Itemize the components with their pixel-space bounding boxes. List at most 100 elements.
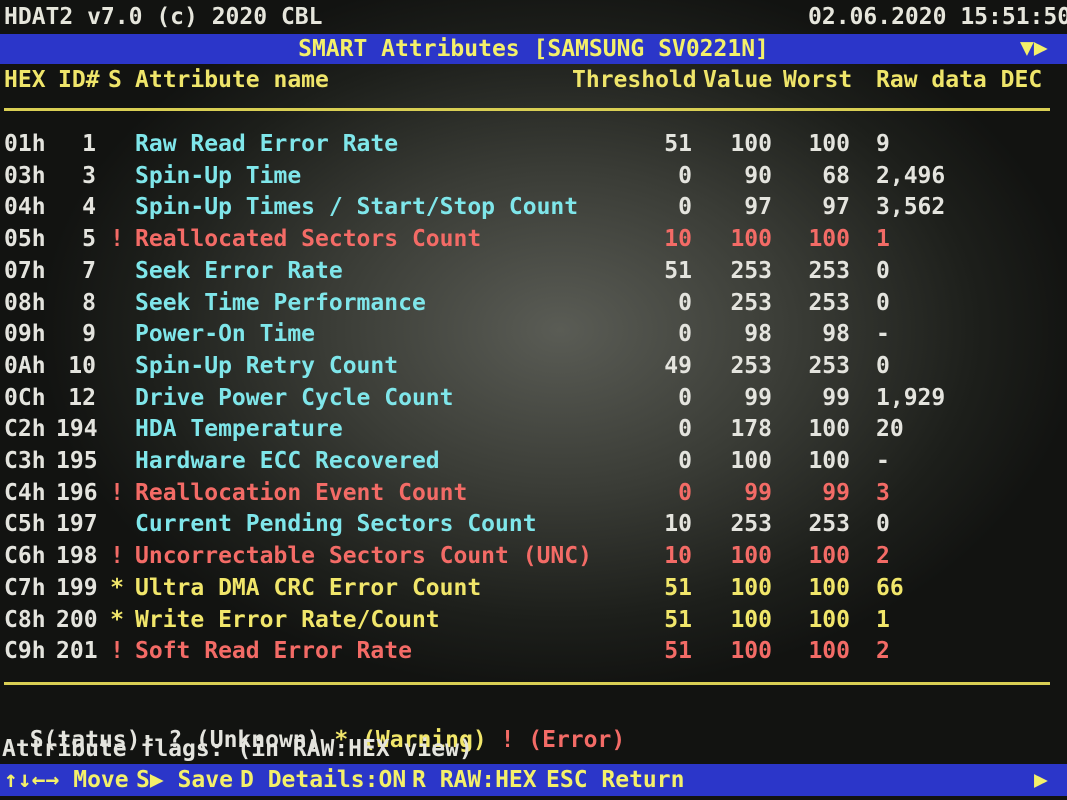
attr-status: ! xyxy=(110,638,124,665)
table-row[interactable]: 08h 8 Seek Time Performance 0 253 253 0 xyxy=(0,289,1067,324)
scroll-right-icon[interactable]: ▶ xyxy=(1034,769,1048,792)
attr-raw: 2,496 xyxy=(876,162,946,189)
key-move[interactable]: ↑↓←→ Move xyxy=(4,769,129,792)
attr-raw: 2 xyxy=(876,638,890,665)
attr-worst: 100 xyxy=(808,606,850,633)
attr-worst: 100 xyxy=(808,131,850,157)
key-details[interactable]: D Details:ON xyxy=(240,769,406,792)
col-worst: Worst xyxy=(783,67,853,93)
attr-threshold: 51 xyxy=(664,131,692,157)
attr-threshold: 0 xyxy=(678,416,692,443)
key-raw[interactable]: R RAW:HEX xyxy=(412,769,537,792)
attr-threshold: 10 xyxy=(664,543,692,570)
attr-name: Spin-Up Time xyxy=(135,162,302,189)
attr-worst: 98 xyxy=(822,321,850,348)
table-row[interactable]: 03h 3 Spin-Up Time 0 90 68 2,496 xyxy=(0,162,1067,197)
attr-threshold: 51 xyxy=(664,257,692,284)
attr-id: 3 xyxy=(82,162,96,189)
attr-hex: 01h xyxy=(4,131,46,157)
scroll-indicator-icon[interactable]: ▼▶ xyxy=(1020,37,1048,60)
attr-id: 4 xyxy=(82,194,96,221)
attr-id: 5 xyxy=(82,226,96,253)
attr-raw: 1,929 xyxy=(876,384,946,411)
table-row[interactable]: C4h 196! Reallocation Event Count 0 99 99 3 xyxy=(0,479,1067,514)
attr-name: Seek Time Performance xyxy=(135,289,426,316)
window-title: SMART Attributes [SAMSUNG SV0221N] xyxy=(298,36,769,62)
attr-name: Soft Read Error Rate xyxy=(135,638,412,665)
attr-value: 100 xyxy=(730,131,772,157)
table-row[interactable]: C7h 199 * Ultra DMA CRC Error Count 51 100 100… xyxy=(0,574,1067,609)
table-row[interactable]: C8h 200 * Write Error Rate/Count 51 100 100 1 xyxy=(0,606,1067,641)
attr-name: Power-On Time xyxy=(135,321,316,348)
attr-status: ! xyxy=(110,479,124,506)
attr-status: ! xyxy=(110,226,124,253)
attr-hex: 04h xyxy=(4,194,46,221)
table-row[interactable]: C5h 197 Current Pending Sectors Count 10 253… xyxy=(0,513,1067,545)
attr-raw: 2 xyxy=(876,543,890,570)
attr-worst: 100 xyxy=(808,638,850,665)
table-row[interactable]: 0Ah 10 Spin-Up Retry Count 49 253 253 0 xyxy=(0,352,1067,387)
attr-id: 197 xyxy=(56,511,98,538)
attr-name: Reallocation Event Count xyxy=(135,479,468,506)
table-row[interactable]: C2h 194 HDA Temperature 0 178 100 20 xyxy=(0,418,1067,450)
key-esc-return[interactable]: ESC Return xyxy=(546,769,684,792)
attr-id: 7 xyxy=(82,257,96,284)
attr-value: 178 xyxy=(730,416,772,443)
attr-hex: C7h xyxy=(4,574,46,601)
app-title: HDAT2 v7.0 (c) 2020 CBL xyxy=(4,4,323,30)
table-row[interactable]: 05h 5! Reallocated Sectors Count 10 100 100 1 xyxy=(0,228,1067,260)
attr-id: 12 xyxy=(68,384,96,411)
attr-id: 10 xyxy=(68,352,96,379)
attr-threshold: 10 xyxy=(664,511,692,538)
attr-hex: 07h xyxy=(4,257,46,284)
attr-value: 100 xyxy=(730,638,772,665)
attr-hex: C5h xyxy=(4,511,46,538)
attr-hex: C8h xyxy=(4,606,46,633)
attr-id: 9 xyxy=(82,321,96,348)
table-row[interactable]: C6h 198! Uncorrectable Sectors Count (UNC)… xyxy=(0,545,1067,577)
attr-id: 196 xyxy=(56,479,98,506)
attr-status: * xyxy=(110,606,124,633)
col-id: ID# xyxy=(58,67,100,93)
attr-name: Ultra DMA CRC Error Count xyxy=(135,574,482,601)
key-bar: ↑↓←→ Move S▶ Save D Details:ON R RAW:HEX… xyxy=(0,764,1067,796)
attr-threshold: 0 xyxy=(678,289,692,316)
table-row[interactable]: C3h 195 Hardware ECC Recovered 0 100 100- xyxy=(0,450,1067,482)
attr-name: Uncorrectable Sectors Count (UNC) xyxy=(135,543,592,570)
attr-status: ! xyxy=(110,543,124,570)
table-row[interactable]: 01h 1 Raw Read Error Rate 51 100 100 9 xyxy=(0,133,1067,165)
attr-name: Raw Read Error Rate xyxy=(135,131,399,157)
table-row[interactable]: 04h 4 Spin-Up Times / Start/Stop Count 0 97 9… xyxy=(0,196,1067,228)
attr-hex: 05h xyxy=(4,226,46,253)
attr-worst: 253 xyxy=(808,289,850,316)
attr-hex: 0Ah xyxy=(4,352,46,379)
attr-threshold: 0 xyxy=(678,194,692,221)
attr-raw: 0 xyxy=(876,352,890,379)
attr-id: 200 xyxy=(56,606,98,633)
attr-id: 199 xyxy=(56,574,98,601)
table-row[interactable]: 07h 7 Seek Error Rate 51 253 253 0 xyxy=(0,257,1067,292)
attr-id: 8 xyxy=(82,289,96,316)
attr-name: Seek Error Rate xyxy=(135,257,343,284)
attr-threshold: 0 xyxy=(678,448,692,474)
attr-hex: 0Ch xyxy=(4,384,46,411)
attr-raw: 66 xyxy=(876,574,904,601)
attr-value: 253 xyxy=(730,289,772,316)
attr-threshold: 0 xyxy=(678,479,692,506)
attr-worst: 253 xyxy=(808,511,850,538)
attr-hex: C3h xyxy=(4,448,46,474)
attr-value: 99 xyxy=(744,384,772,411)
attr-value: 90 xyxy=(744,162,772,189)
attr-value: 253 xyxy=(730,257,772,284)
table-row[interactable]: 09h 9 Power-On Time 0 98 98- xyxy=(0,323,1067,355)
col-status: S xyxy=(108,67,122,93)
attr-worst: 97 xyxy=(822,194,850,221)
key-save[interactable]: S▶ Save xyxy=(136,769,233,792)
table-row[interactable]: 0Ch 12 Drive Power Cycle Count 0 99 99 1,929 xyxy=(0,384,1067,419)
title-bar: SMART Attributes [SAMSUNG SV0221N] ▼▶ xyxy=(0,34,1067,64)
attr-value: 100 xyxy=(730,543,772,570)
attr-threshold: 0 xyxy=(678,162,692,189)
attr-name: Spin-Up Times / Start/Stop Count xyxy=(135,194,579,221)
attr-value: 97 xyxy=(744,194,772,221)
table-row[interactable]: C9h 201! Soft Read Error Rate 51 100 100 2 xyxy=(0,640,1067,672)
